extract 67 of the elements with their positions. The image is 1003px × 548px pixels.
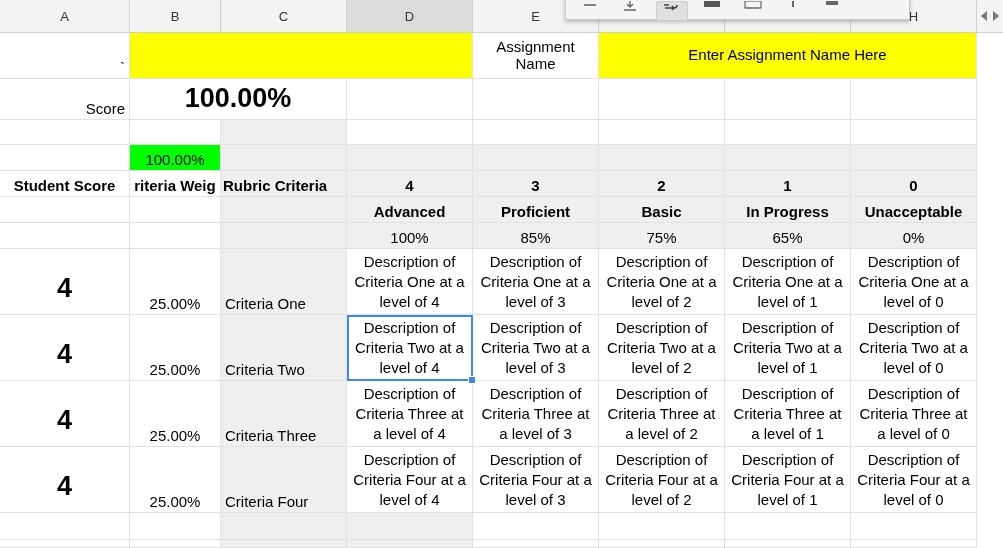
description-text: Description of Criteria Three at a level of 0 xyxy=(851,381,977,447)
column-heading: riteria Weig xyxy=(130,171,221,197)
level-points: 1 xyxy=(725,171,851,197)
description-text: Description of Criteria Two at a level of 0 xyxy=(851,315,977,381)
description-text: Description of Criteria Two at a level of 2 xyxy=(599,315,725,381)
toolbar-button[interactable] xyxy=(656,1,688,21)
description-text: Description of Criteria One at a level of 1 xyxy=(725,249,851,315)
description-text: Description of Criteria Three at a level of 3 xyxy=(473,381,599,447)
assignment-name-text: Enter Assignment Name Here xyxy=(599,33,977,79)
weight-total: 100.00% xyxy=(130,145,221,171)
level-percent: 100% xyxy=(347,223,473,249)
fill-handle[interactable] xyxy=(468,376,476,384)
description-text: Description of Criteria Two at a level of 3 xyxy=(473,315,599,381)
backtick-text: ` xyxy=(0,33,130,79)
text-wrap-icon xyxy=(663,2,681,12)
student-score: 4 xyxy=(0,447,130,513)
criteria-weight: 25.00% xyxy=(130,381,221,447)
criteria-weight: 25.00% xyxy=(130,447,221,513)
description-text: Description of Criteria One at a level of 3 xyxy=(473,249,599,315)
scroll-left-icon[interactable] xyxy=(981,11,987,21)
level-name: In Progress xyxy=(725,197,851,223)
description-text: Description of Criteria Two at a level of 4 xyxy=(347,315,473,381)
score-label: Score xyxy=(0,79,130,120)
level-name: Proficient xyxy=(473,197,599,223)
criteria-name: Criteria One xyxy=(221,249,347,315)
description-text: Description of Criteria Four at a level of 3 xyxy=(473,447,599,513)
student-score: 4 xyxy=(0,315,130,381)
column-header[interactable]: A xyxy=(0,0,130,33)
description-text: Description of Criteria Four at a level of 1 xyxy=(725,447,851,513)
criteria-name: Criteria Three xyxy=(221,381,347,447)
column-heading: Rubric Criteria xyxy=(221,171,347,197)
assignment-name-label: Assignment Name xyxy=(473,33,599,79)
level-points: 0 xyxy=(851,171,977,197)
level-percent: 85% xyxy=(473,223,599,249)
criteria-name: Criteria Two xyxy=(221,315,347,381)
level-points: 2 xyxy=(599,171,725,197)
level-name: Advanced xyxy=(347,197,473,223)
level-points: 3 xyxy=(473,171,599,197)
student-score: 4 xyxy=(0,249,130,315)
score-value: 100.00% xyxy=(130,79,347,120)
level-points: 4 xyxy=(347,171,473,197)
description-text: Description of Criteria Four at a level of 4 xyxy=(347,447,473,513)
column-header[interactable]: B xyxy=(130,0,221,33)
level-percent: 65% xyxy=(725,223,851,249)
column-header[interactable]: D xyxy=(347,0,473,33)
column-heading: Student Score xyxy=(0,171,130,197)
student-score: 4 xyxy=(0,381,130,447)
description-text: Description of Criteria One at a level of 4 xyxy=(347,249,473,315)
description-text: Description of Criteria One at a level of 0 xyxy=(851,249,977,315)
description-text: Description of Criteria Three at a level of 1 xyxy=(725,381,851,447)
scroll-right-icon[interactable] xyxy=(993,11,999,21)
column-header[interactable]: C xyxy=(221,0,347,33)
description-text: Description of Criteria Three at a level of 2 xyxy=(599,381,725,447)
description-text: Description of Criteria Four at a level of 2 xyxy=(599,447,725,513)
borders-icon xyxy=(744,1,762,11)
criteria-weight: 25.00% xyxy=(130,315,221,381)
description-text: Description of Criteria Four at a level of 0 xyxy=(851,447,977,513)
criteria-name: Criteria Four xyxy=(221,447,347,513)
description-text: Description of Criteria Three at a level of 4 xyxy=(347,381,473,447)
description-text: Description of Criteria One at a level of 2 xyxy=(599,249,725,315)
level-percent: 75% xyxy=(599,223,725,249)
description-text: Description of Criteria Two at a level of 1 xyxy=(725,315,851,381)
level-percent: 0% xyxy=(851,223,977,249)
level-name: Basic xyxy=(599,197,725,223)
line-icon xyxy=(792,1,794,7)
criteria-weight: 25.00% xyxy=(130,249,221,315)
level-name: Unacceptable xyxy=(851,197,977,223)
